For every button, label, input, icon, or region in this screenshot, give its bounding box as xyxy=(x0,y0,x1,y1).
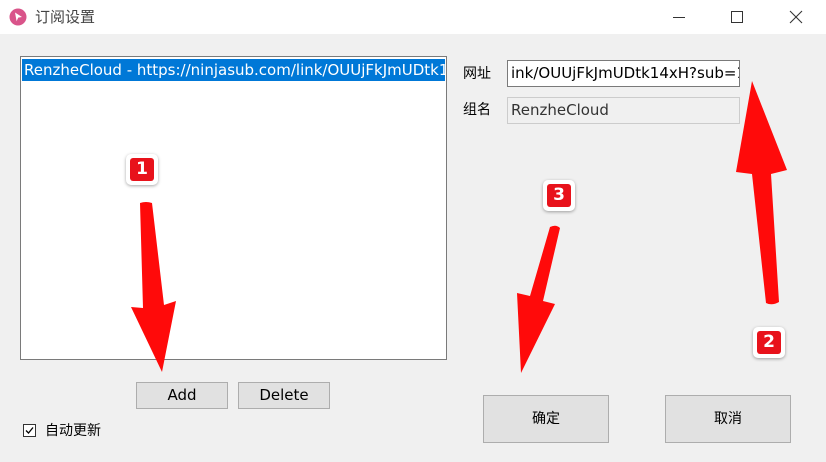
maximize-button[interactable] xyxy=(708,0,768,34)
close-button[interactable] xyxy=(767,0,826,34)
list-item[interactable]: RenzheCloud - https://ninjasub.com/link/… xyxy=(22,59,445,81)
auto-update-checkbox[interactable] xyxy=(23,424,36,437)
add-button[interactable]: Add xyxy=(136,382,228,409)
url-input[interactable]: ink/OUUjFkJmUDtk14xH?sub=1 xyxy=(507,60,740,87)
delete-button[interactable]: Delete xyxy=(238,382,330,409)
title-bar: 订阅设置 xyxy=(0,0,826,34)
step-badge-3: 3 xyxy=(543,180,575,211)
url-label: 网址 xyxy=(463,66,491,82)
close-icon xyxy=(789,10,803,24)
step-badge-2: 2 xyxy=(753,327,785,358)
app-icon xyxy=(9,8,27,26)
step-badge-3-number: 3 xyxy=(547,184,571,207)
minimize-icon xyxy=(673,17,685,18)
subscription-list[interactable]: RenzheCloud - https://ninjasub.com/link/… xyxy=(20,56,447,360)
checkmark-icon xyxy=(25,427,34,434)
maximize-icon xyxy=(731,11,743,23)
ok-button[interactable]: 确定 xyxy=(483,395,609,443)
arrow-3 xyxy=(517,225,560,373)
arrow-2 xyxy=(736,81,787,305)
window-title: 订阅设置 xyxy=(35,8,96,26)
minimize-button[interactable] xyxy=(650,0,710,34)
group-name-input[interactable]: RenzheCloud xyxy=(507,97,740,124)
cancel-button[interactable]: 取消 xyxy=(665,395,791,443)
step-badge-2-number: 2 xyxy=(757,331,781,354)
step-badge-1: 1 xyxy=(126,154,158,185)
group-name-label: 组名 xyxy=(463,102,491,118)
auto-update-label: 自动更新 xyxy=(45,423,101,439)
step-badge-1-number: 1 xyxy=(130,158,154,181)
subscription-settings-window: 订阅设置 RenzheCloud - https://ninjasub.com/… xyxy=(0,0,826,462)
